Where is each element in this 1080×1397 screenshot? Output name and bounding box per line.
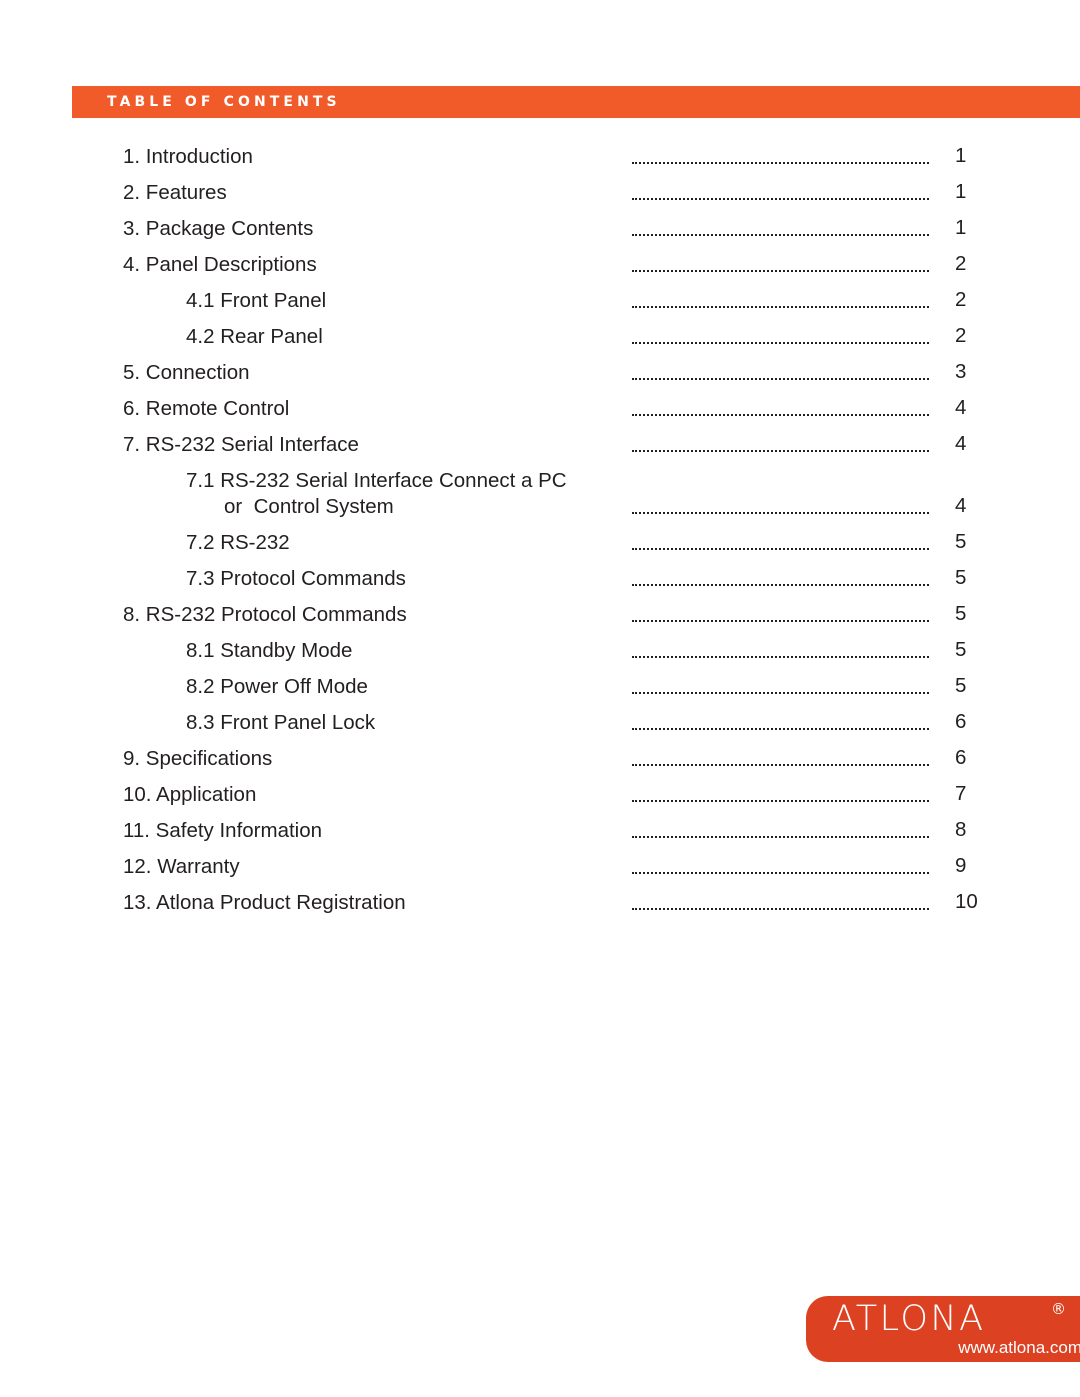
toc-entry-label: 2. Features xyxy=(123,181,227,204)
toc-entry[interactable]: 1. Introduction 1 xyxy=(0,140,1080,176)
toc-entry-page-number: 5 xyxy=(955,530,967,553)
toc-dot-leader xyxy=(632,656,929,658)
toc-entry-label: 4. Panel Descriptions xyxy=(123,253,317,276)
toc-entry-label: 11. Safety Information xyxy=(123,819,323,842)
atlona-logo: ATLONA ® www.atlona.com xyxy=(806,1296,1080,1362)
toc-entry[interactable]: 8.3 Front Panel Lock 6 xyxy=(0,706,1080,742)
toc-entry-page-number: 4 xyxy=(955,396,967,419)
toc-entry-page-number: 2 xyxy=(955,252,967,275)
toc-dot-leader xyxy=(632,584,929,586)
toc-entry-page-number: 2 xyxy=(955,324,967,347)
toc-entry-page-number: 6 xyxy=(955,710,967,733)
toc-dot-leader xyxy=(632,764,929,766)
toc-entry[interactable]: 8.2 Power Off Mode 5 xyxy=(0,670,1080,706)
toc-entry[interactable]: 13. Atlona Product Registration 10 xyxy=(0,886,1080,922)
toc-dot-leader xyxy=(632,908,929,910)
toc-entry[interactable]: 4.1 Front Panel 2 xyxy=(0,284,1080,320)
toc-entry-label: 8.2 Power Off Mode xyxy=(186,675,368,698)
page-title: TABLE OF CONTENTS xyxy=(107,94,341,110)
toc-entry[interactable]: 4.2 Rear Panel 2 xyxy=(0,320,1080,356)
toc-entry-label: 8. RS-232 Protocol Commands xyxy=(123,603,407,626)
toc-entry-label: 5. Connection xyxy=(123,361,250,384)
toc-entry-page-number: 1 xyxy=(955,144,967,167)
toc-entry-label: 13. Atlona Product Registration xyxy=(123,891,406,914)
toc-entry-label: 12. Warranty xyxy=(123,855,240,878)
toc-entry-label: 6. Remote Control xyxy=(123,397,290,420)
toc-dot-leader xyxy=(632,234,929,236)
toc-entry-label: 8.3 Front Panel Lock xyxy=(186,711,376,734)
toc-entry-label-line1: 7.1 RS-232 Serial Interface Connect a PC xyxy=(186,469,567,492)
toc-dot-leader xyxy=(632,872,929,874)
toc-entry-page-number: 5 xyxy=(955,566,967,589)
toc-entry[interactable]: 7. RS-232 Serial Interface 4 xyxy=(0,428,1080,464)
toc-entry-label: 7.1 RS-232 Serial Interface Connect a PC… xyxy=(186,468,567,520)
toc-entry[interactable]: 10. Application 7 xyxy=(0,778,1080,814)
toc-entry-label: 7.3 Protocol Commands xyxy=(186,567,406,590)
atlona-website-url: www.atlona.com xyxy=(958,1338,1080,1357)
toc-entry-page-number: 5 xyxy=(955,638,967,661)
toc-dot-leader xyxy=(632,800,929,802)
toc-dot-leader xyxy=(632,306,929,308)
toc-entry[interactable]: 12. Warranty 9 xyxy=(0,850,1080,886)
toc-entry[interactable]: 6. Remote Control 4 xyxy=(0,392,1080,428)
toc-entry-page-number: 7 xyxy=(955,782,967,805)
toc-dot-leader xyxy=(632,836,929,838)
toc-entry-label: 7.2 RS-232 xyxy=(186,531,290,554)
toc-dot-leader xyxy=(632,450,929,452)
toc-dot-leader xyxy=(632,728,929,730)
toc-entry-page-number: 3 xyxy=(955,360,967,383)
toc-dot-leader xyxy=(632,692,929,694)
toc-dot-leader xyxy=(632,198,929,200)
toc-entry[interactable]: 3. Package Contents 1 xyxy=(0,212,1080,248)
toc-entry-page-number: 6 xyxy=(955,746,967,769)
toc-dot-leader xyxy=(632,512,929,514)
toc-entry-page-number: 4 xyxy=(955,494,967,517)
toc-entry-page-number: 10 xyxy=(955,890,978,913)
toc-entry-label: 10. Application xyxy=(123,783,257,806)
toc-entry-label: 8.1 Standby Mode xyxy=(186,639,353,662)
toc-dot-leader xyxy=(632,620,929,622)
toc-dot-leader xyxy=(632,162,929,164)
toc-entry-page-number: 5 xyxy=(955,674,967,697)
table-of-contents: 1. Introduction 1 2. Features 1 3. Package C… xyxy=(0,140,1080,922)
toc-entry-label: 4.2 Rear Panel xyxy=(186,325,323,348)
toc-entry-page-number: 4 xyxy=(955,432,967,455)
toc-entry-page-number: 1 xyxy=(955,180,967,203)
toc-entry-label: 1. Introduction xyxy=(123,145,253,168)
toc-dot-leader xyxy=(632,270,929,272)
toc-entry[interactable]: 7.3 Protocol Commands 5 xyxy=(0,562,1080,598)
atlona-wordmark: ATLONA xyxy=(832,1299,986,1339)
toc-entry[interactable]: 8. RS-232 Protocol Commands 5 xyxy=(0,598,1080,634)
toc-entry[interactable]: 8.1 Standby Mode 5 xyxy=(0,634,1080,670)
toc-entry[interactable]: 5. Connection 3 xyxy=(0,356,1080,392)
toc-entry-page-number: 2 xyxy=(955,288,967,311)
toc-entry[interactable]: 11. Safety Information 8 xyxy=(0,814,1080,850)
toc-entry-label: 9. Specifications xyxy=(123,747,273,770)
toc-entry-label: 4.1 Front Panel xyxy=(186,289,327,312)
toc-entry[interactable]: 7.1 RS-232 Serial Interface Connect a PC… xyxy=(0,464,1080,526)
toc-entry-page-number: 9 xyxy=(955,854,967,877)
toc-entry-label: 3. Package Contents xyxy=(123,217,314,240)
toc-dot-leader xyxy=(632,414,929,416)
registered-trademark-icon: ® xyxy=(1051,1300,1066,1318)
toc-dot-leader xyxy=(632,548,929,550)
toc-entry-label-line2: or Control System xyxy=(224,495,394,518)
toc-entry[interactable]: 7.2 RS-232 5 xyxy=(0,526,1080,562)
toc-entry-label: 7. RS-232 Serial Interface xyxy=(123,433,359,456)
toc-entry[interactable]: 2. Features 1 xyxy=(0,176,1080,212)
toc-entry-page-number: 5 xyxy=(955,602,967,625)
toc-entry[interactable]: 9. Specifications 6 xyxy=(0,742,1080,778)
toc-entry[interactable]: 4. Panel Descriptions 2 xyxy=(0,248,1080,284)
toc-dot-leader xyxy=(632,378,929,380)
toc-entry-page-number: 8 xyxy=(955,818,967,841)
section-header-bar: TABLE OF CONTENTS xyxy=(72,86,1080,118)
toc-dot-leader xyxy=(632,342,929,344)
toc-entry-page-number: 1 xyxy=(955,216,967,239)
